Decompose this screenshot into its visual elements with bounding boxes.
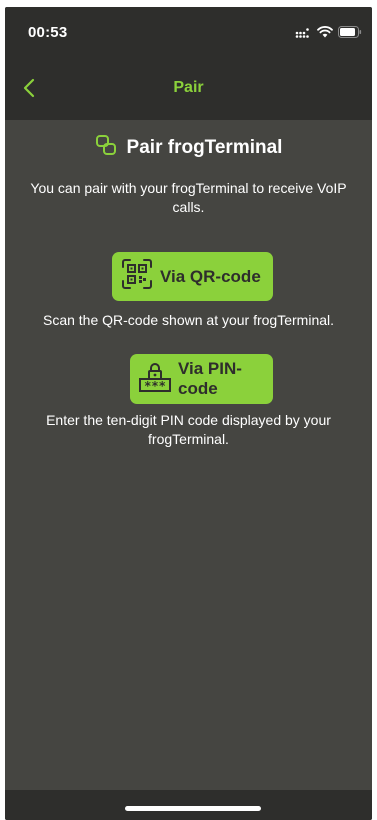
status-icons — [295, 25, 362, 43]
bottom-bar — [5, 790, 372, 820]
qr-description: Scan the QR-code shown at your frogTermi… — [42, 312, 335, 328]
home-indicator[interactable] — [125, 806, 261, 811]
app-screen: 00:53 Pair Pair frogTerminal You can pai… — [5, 7, 372, 820]
status-bar: 00:53 — [5, 7, 372, 57]
section-heading: Pair frogTerminal — [5, 134, 372, 161]
pin-lock-icon: *** — [138, 360, 172, 399]
svg-text:***: *** — [144, 379, 166, 393]
pin-description: Enter the ten-digit PIN code displayed b… — [46, 412, 331, 447]
qr-code-icon — [120, 257, 154, 296]
qr-button-label: Via QR-code — [160, 266, 261, 286]
via-pin-code-button[interactable]: *** Via PIN-code — [130, 354, 273, 404]
page-title: Pair — [173, 79, 204, 96]
battery-icon — [338, 25, 362, 43]
navigation-bar: Pair — [5, 57, 372, 120]
link-icon — [95, 134, 117, 161]
via-qr-code-button[interactable]: Via QR-code — [112, 252, 273, 301]
pin-button-label: Via PIN-code — [178, 359, 242, 398]
signal-icon — [295, 25, 312, 43]
wifi-icon — [317, 25, 333, 43]
heading-text: Pair frogTerminal — [126, 136, 283, 158]
status-time: 00:53 — [28, 24, 68, 41]
intro-text: You can pair with your frogTerminal to r… — [30, 180, 347, 215]
